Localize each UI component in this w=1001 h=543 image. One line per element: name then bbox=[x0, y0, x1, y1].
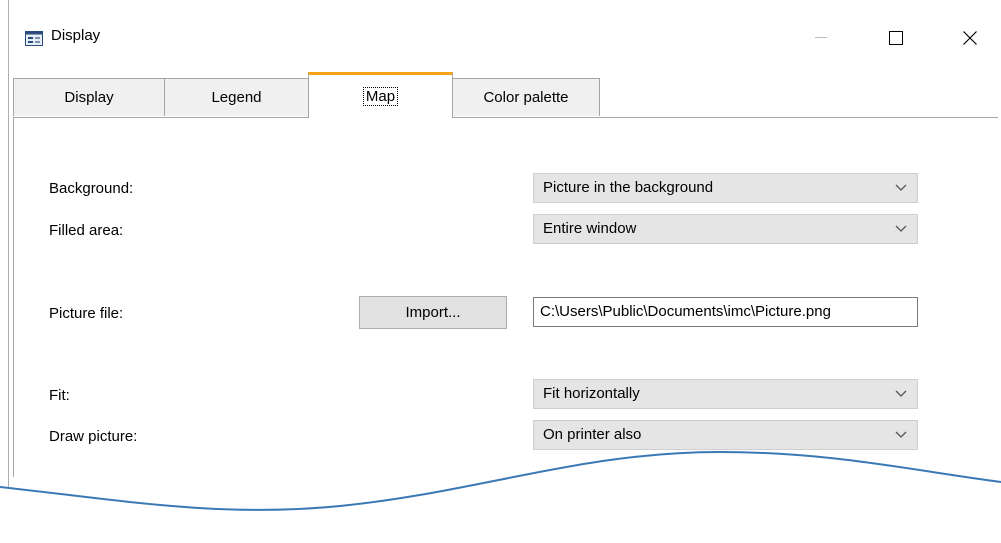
chevron-down-icon bbox=[895, 225, 907, 232]
tab-legend-label: Legend bbox=[211, 89, 262, 106]
minimize-icon bbox=[815, 37, 827, 38]
import-button[interactable]: Import... bbox=[359, 296, 507, 329]
filled-area-label: Filled area: bbox=[49, 222, 124, 239]
tab-map-label: Map bbox=[362, 87, 399, 106]
close-icon bbox=[963, 31, 977, 45]
tab-legend[interactable]: Legend bbox=[164, 78, 309, 116]
title-bar: Display bbox=[9, 0, 1001, 64]
picture-file-label: Picture file: bbox=[49, 305, 124, 322]
maximize-button[interactable] bbox=[874, 18, 918, 58]
fit-label: Fit: bbox=[49, 387, 70, 404]
fit-select[interactable]: Fit horizontally bbox=[533, 379, 918, 409]
torn-edge-divider bbox=[0, 450, 1001, 543]
tab-color-palette-label: Color palette bbox=[483, 89, 569, 106]
background-label: Background: bbox=[49, 180, 134, 197]
maximize-icon bbox=[889, 31, 903, 45]
picture-file-path-input[interactable]: C:\Users\Public\Documents\imc\Picture.pn… bbox=[533, 297, 918, 327]
tab-display[interactable]: Display bbox=[13, 78, 165, 116]
minimize-button[interactable] bbox=[799, 18, 843, 58]
map-tab-panel: Background: Picture in the background Fi… bbox=[13, 117, 998, 477]
filled-area-select[interactable]: Entire window bbox=[533, 214, 918, 244]
window-title: Display bbox=[51, 27, 101, 44]
tab-color-palette[interactable]: Color palette bbox=[452, 78, 600, 116]
fit-select-value: Fit horizontally bbox=[543, 385, 640, 402]
tab-map[interactable]: Map bbox=[308, 72, 453, 118]
background-select[interactable]: Picture in the background bbox=[533, 173, 918, 203]
close-button[interactable] bbox=[948, 18, 992, 58]
background-select-value: Picture in the background bbox=[543, 179, 714, 196]
tab-display-label: Display bbox=[64, 89, 114, 106]
chevron-down-icon bbox=[895, 390, 907, 397]
chevron-down-icon bbox=[895, 431, 907, 438]
filled-area-select-value: Entire window bbox=[543, 220, 637, 237]
window-settings-icon bbox=[25, 31, 43, 46]
chevron-down-icon bbox=[895, 184, 907, 191]
